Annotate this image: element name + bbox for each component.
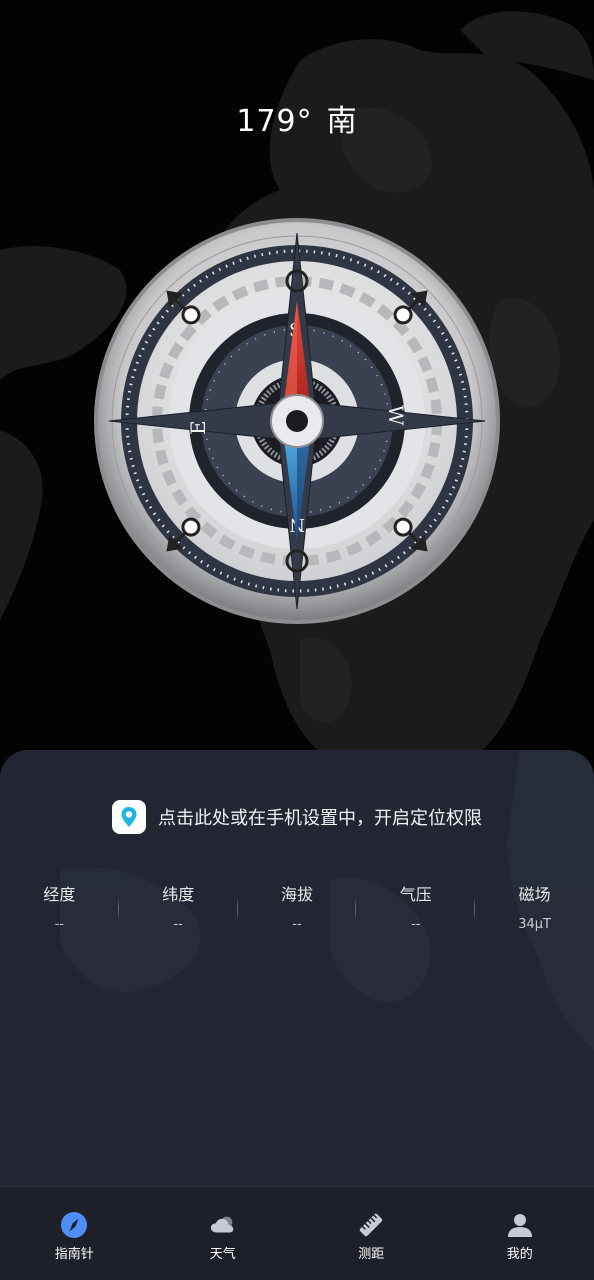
- location-pin-icon: [112, 800, 146, 834]
- heading-degrees: 179°: [236, 104, 313, 139]
- heading-readout: 179° 南: [0, 96, 594, 140]
- cardinal-letter-left: E: [186, 420, 210, 435]
- stat-value: --: [173, 917, 183, 932]
- stat-label: 经度: [43, 885, 76, 904]
- bottom-nav-bar: 指南针 天气 测距 我的: [0, 1186, 594, 1280]
- compass-screen: 179° 南 E W 点击此处或在手机设置中，开启定位权限 经度 -- 纬度 -…: [0, 0, 594, 1280]
- nav-item-profile[interactable]: 我的: [446, 1187, 594, 1280]
- stat-value: --: [411, 917, 421, 932]
- stat-magnetic-field: 磁场 34μT: [475, 884, 594, 934]
- stat-value: 34μT: [518, 917, 551, 932]
- nav-label-profile: 我的: [506, 1247, 533, 1262]
- ruler-icon: [357, 1211, 385, 1239]
- nav-item-compass[interactable]: 指南针: [0, 1187, 149, 1280]
- nav-label-measure: 测距: [358, 1247, 385, 1262]
- cardinal-letter-right: W: [384, 405, 408, 426]
- sensor-stats: 经度 -- 纬度 -- 海拔 -- 气压 -- 磁场 34μT: [0, 884, 594, 934]
- stat-label: 磁场: [518, 885, 551, 904]
- compass-icon: [60, 1211, 88, 1239]
- stat-longitude: 经度 --: [0, 884, 119, 934]
- nav-label-weather: 天气: [209, 1247, 236, 1262]
- permission-text: 点击此处或在手机设置中，开启定位权限: [158, 808, 482, 829]
- nav-item-measure[interactable]: 测距: [297, 1187, 446, 1280]
- stat-label: 纬度: [162, 885, 195, 904]
- stat-latitude: 纬度 --: [119, 884, 238, 934]
- info-panel: 点击此处或在手机设置中，开启定位权限 经度 -- 纬度 -- 海拔 -- 气压 …: [0, 750, 594, 1186]
- stat-value: --: [292, 917, 302, 932]
- location-permission-prompt[interactable]: 点击此处或在手机设置中，开启定位权限: [0, 800, 594, 834]
- heading-direction: 南: [326, 104, 358, 139]
- stat-altitude: 海拔 --: [238, 884, 357, 934]
- stat-label: 气压: [399, 885, 432, 904]
- nav-item-weather[interactable]: 天气: [149, 1187, 298, 1280]
- stat-pressure: 气压 --: [356, 884, 476, 934]
- nav-label-compass: 指南针: [54, 1247, 94, 1262]
- compass-dial[interactable]: S E W N: [92, 216, 502, 626]
- stat-label: 海拔: [280, 885, 313, 904]
- cloud-icon: [209, 1211, 237, 1239]
- stat-value: --: [54, 917, 65, 932]
- person-icon: [506, 1211, 534, 1239]
